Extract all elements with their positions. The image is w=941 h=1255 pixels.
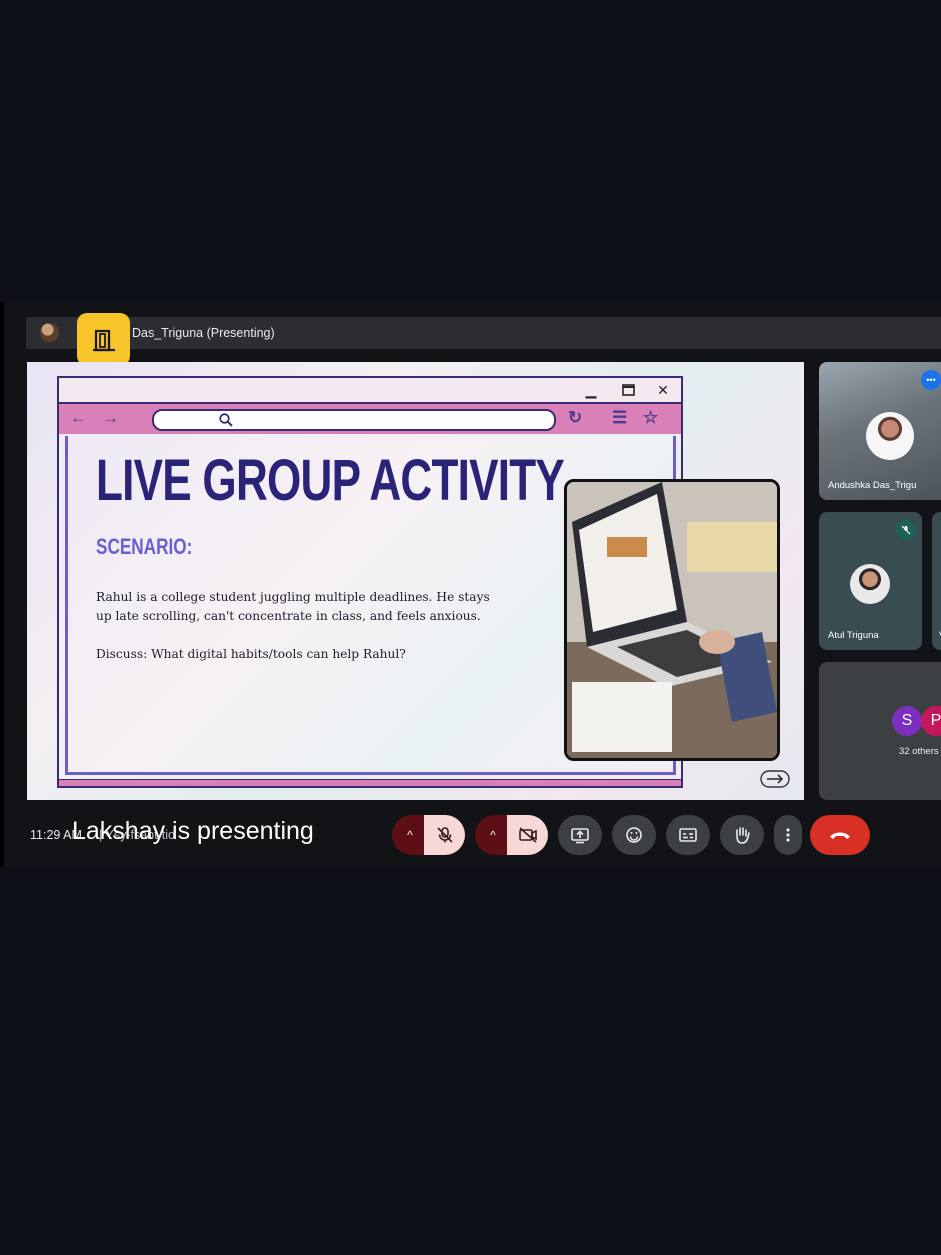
participant-tile[interactable]: ••• Andushka Das_Trigu [819, 362, 941, 500]
slide-titlebar: ▁ ✕ [59, 378, 681, 404]
video-options-button[interactable]: ^ [475, 815, 511, 855]
raise-hand-icon[interactable] [720, 815, 764, 855]
slide-title: LIVE GROUP ACTIVITY [96, 448, 565, 513]
menu-icon: ☰ [612, 408, 628, 427]
others-count: 32 others [899, 746, 939, 757]
emoji-icon[interactable] [612, 815, 656, 855]
presenter-label: Das_Triguna (Presenting) [132, 326, 275, 340]
presenter-avatar [40, 323, 59, 342]
end-call-icon[interactable] [810, 815, 870, 855]
star-icon: ☆ [643, 408, 659, 427]
participant-chip: P [921, 706, 941, 736]
shared-slide: ▁ ✕ ← → ↻ ☰ ☆ LIVE GROUP ACTIVITY SCENAR… [27, 362, 804, 800]
refresh-icon: ↻ [568, 408, 583, 427]
presenter-bar: Das_Triguna (Presenting) [26, 317, 941, 349]
more-options-icon[interactable] [774, 815, 802, 855]
captions-icon[interactable] [666, 815, 710, 855]
forward-arrow-icon: → [102, 408, 119, 427]
close-icon: ✕ [657, 381, 669, 398]
participant-chip: S [892, 706, 922, 736]
meet-window: Das_Triguna (Presenting) ▁ ✕ ← → ↻ ☰ ☆ L… [0, 302, 941, 867]
participant-name: Andushka Das_Trigu [828, 480, 917, 491]
address-bar [152, 409, 556, 431]
slide-subtitle: SCENARIO: [96, 534, 193, 559]
camera-off-icon[interactable] [507, 815, 548, 855]
maximize-icon [619, 381, 637, 399]
participant-video [866, 412, 914, 460]
speaking-indicator-icon: ••• [921, 370, 941, 390]
audio-options-button[interactable]: ^ [392, 815, 428, 855]
participant-name: Atul Triguna [828, 630, 879, 641]
discussion-prompt: Discuss: What digital habits/tools can h… [96, 647, 406, 661]
mic-muted-icon [896, 520, 916, 540]
slide-navbar: ← → ↻ ☰ ☆ [59, 404, 681, 434]
scenario-text: Rahul is a college student juggling mult… [96, 590, 490, 623]
next-arrow-icon[interactable] [760, 770, 790, 788]
others-tile[interactable]: S P 32 others [819, 662, 941, 800]
door-icon[interactable] [77, 313, 130, 366]
avatar [850, 564, 890, 604]
participant-tile[interactable]: V [932, 512, 941, 650]
laptop-photo [564, 479, 780, 761]
search-icon [219, 413, 233, 427]
slide-bottom-strip [59, 779, 681, 786]
mic-off-icon[interactable] [424, 815, 465, 855]
present-icon[interactable] [558, 815, 602, 855]
minimize-icon: ▁ [585, 381, 597, 398]
meeting-controls: 11:29 AM | Ysy-fsabt-tio Lakshay is pres… [4, 810, 941, 864]
presenting-banner: Lakshay is presenting [72, 817, 314, 845]
back-arrow-icon: ← [70, 408, 87, 427]
participant-tile[interactable]: Atul Triguna [819, 512, 922, 650]
